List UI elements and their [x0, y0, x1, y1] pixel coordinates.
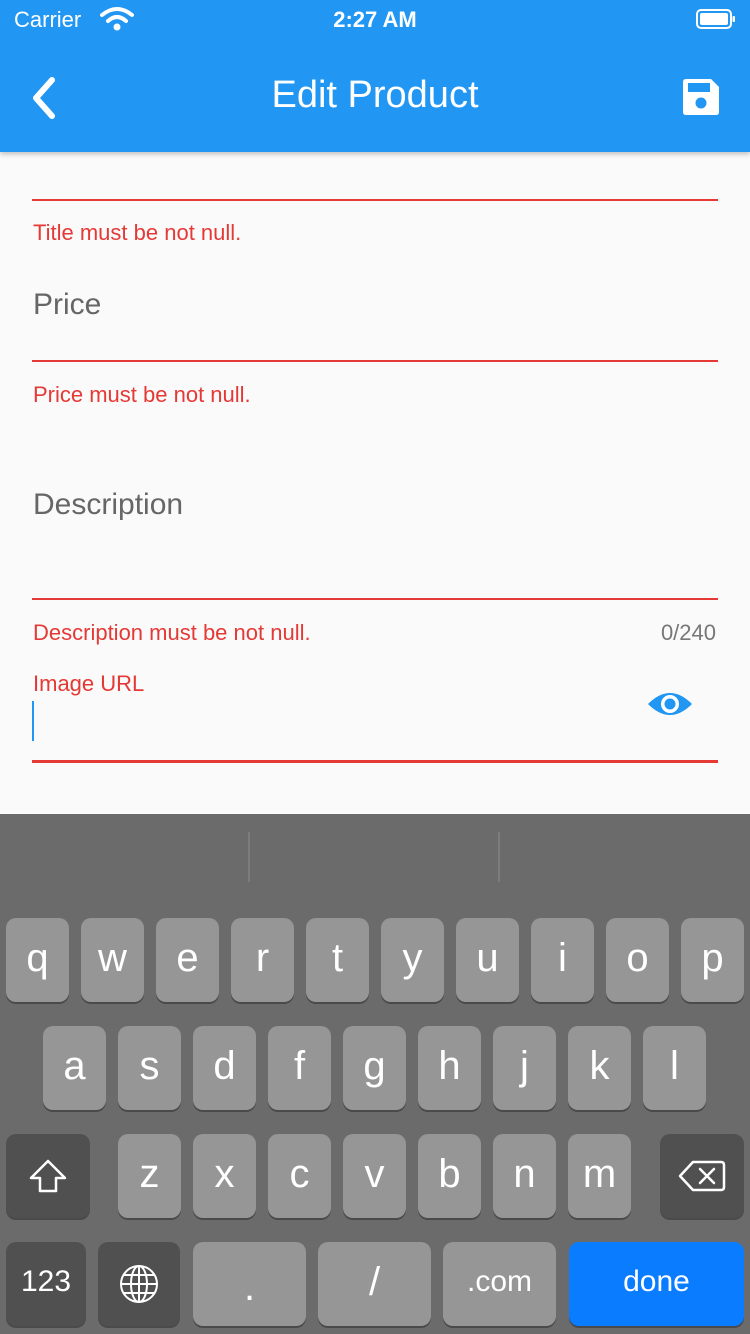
- backspace-icon: [678, 1161, 726, 1192]
- done-key[interactable]: done: [569, 1242, 744, 1326]
- numbers-key[interactable]: 123: [6, 1242, 86, 1326]
- key-t[interactable]: t: [306, 918, 369, 1002]
- status-bar: Carrier 2:27 AM: [0, 0, 750, 40]
- slash-key[interactable]: /: [318, 1242, 431, 1326]
- key-e[interactable]: e: [156, 918, 219, 1002]
- key-r[interactable]: r: [231, 918, 294, 1002]
- key-n[interactable]: n: [493, 1134, 556, 1218]
- description-counter: 0/240: [660, 620, 716, 645]
- key-d[interactable]: d: [193, 1026, 256, 1110]
- eye-icon[interactable]: [646, 684, 694, 724]
- key-o[interactable]: o: [606, 918, 669, 1002]
- key-p[interactable]: p: [681, 918, 744, 1002]
- key-i[interactable]: i: [531, 918, 594, 1002]
- battery-icon: [696, 9, 735, 29]
- globe-icon: [120, 1265, 158, 1304]
- text-cursor: [32, 701, 34, 741]
- image-url-label: Image URL: [33, 671, 145, 696]
- price-field-underline[interactable]: [32, 360, 718, 362]
- shift-icon: [29, 1160, 67, 1193]
- key-l[interactable]: l: [643, 1026, 706, 1110]
- suggestion-divider: [498, 832, 500, 882]
- description-error: Description must be not null.: [33, 620, 311, 645]
- key-b[interactable]: b: [418, 1134, 481, 1218]
- description-field-label[interactable]: Description: [33, 488, 183, 522]
- price-error: Price must be not null.: [33, 382, 251, 407]
- key-h[interactable]: h: [418, 1026, 481, 1110]
- key-v[interactable]: v: [343, 1134, 406, 1218]
- key-g[interactable]: g: [343, 1026, 406, 1110]
- key-m[interactable]: m: [568, 1134, 631, 1218]
- title-field-underline[interactable]: [32, 199, 718, 201]
- suggestion-divider: [248, 832, 250, 882]
- description-field-underline[interactable]: [32, 598, 718, 600]
- key-w[interactable]: w: [81, 918, 144, 1002]
- dotcom-key[interactable]: .com: [443, 1242, 556, 1326]
- key-y[interactable]: y: [381, 918, 444, 1002]
- keyboard: q w e r t y u i o p a s d f g h j k l z …: [0, 814, 750, 1334]
- title-error: Title must be not null.: [33, 220, 242, 245]
- key-c[interactable]: c: [268, 1134, 331, 1218]
- backspace-key[interactable]: [660, 1134, 744, 1218]
- key-u[interactable]: u: [456, 918, 519, 1002]
- page-title: Edit Product: [271, 74, 479, 116]
- key-s[interactable]: s: [118, 1026, 181, 1110]
- key-a[interactable]: a: [43, 1026, 106, 1110]
- image-url-field-underline[interactable]: [32, 760, 718, 763]
- key-x[interactable]: x: [193, 1134, 256, 1218]
- key-k[interactable]: k: [568, 1026, 631, 1110]
- save-icon[interactable]: [682, 78, 720, 116]
- price-field-label[interactable]: Price: [33, 288, 101, 322]
- key-f[interactable]: f: [268, 1026, 331, 1110]
- dot-key[interactable]: .: [193, 1242, 306, 1326]
- globe-key[interactable]: [98, 1242, 180, 1326]
- key-j[interactable]: j: [493, 1026, 556, 1110]
- shift-key[interactable]: [6, 1134, 90, 1218]
- key-z[interactable]: z: [118, 1134, 181, 1218]
- app-bar: Carrier 2:27 AM Edit Product: [0, 0, 750, 152]
- key-q[interactable]: q: [6, 918, 69, 1002]
- clock: 2:27 AM: [333, 7, 417, 32]
